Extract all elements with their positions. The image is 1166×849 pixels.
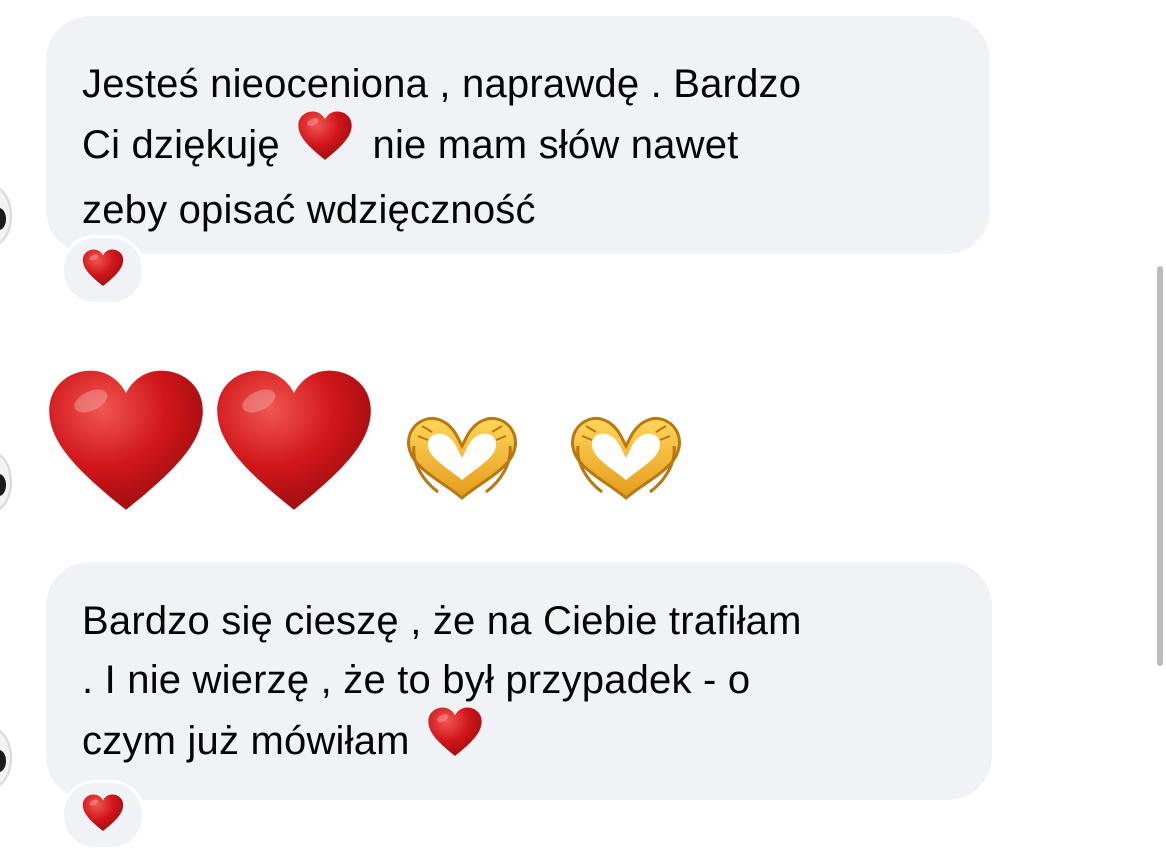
message-text: nie mam słów nawet <box>372 123 739 168</box>
emoji-message[interactable] <box>46 368 706 518</box>
message-text: Ci dziękuję <box>82 123 280 168</box>
red-heart-icon <box>82 249 124 292</box>
chat-thread[interactable]: Jesteś nieoceniona , naprawdę . Bardzo C… <box>0 0 1166 849</box>
sender-avatar[interactable] <box>0 728 12 788</box>
red-heart-icon <box>46 368 206 519</box>
message-bubble[interactable]: Bardzo się cieszę , że na Ciebie trafiła… <box>46 562 992 800</box>
red-heart-icon <box>214 368 374 519</box>
message-text: Bardzo się cieszę , że na Ciebie trafiła… <box>82 599 802 643</box>
message-text: Jesteś nieoceniona , naprawdę . Bardzo <box>82 62 802 106</box>
red-heart-icon <box>82 794 124 837</box>
heart-hands-icon <box>382 406 542 511</box>
message-reaction[interactable] <box>61 780 145 849</box>
heart-hands-icon <box>546 406 706 511</box>
message-text: zeby opisać wdzięczność <box>82 188 536 232</box>
sender-avatar[interactable] <box>0 186 12 246</box>
message-reaction[interactable] <box>61 235 145 305</box>
sender-avatar[interactable] <box>0 452 12 512</box>
message-text: . I nie wierzę , że to był przypadek - o <box>82 658 751 702</box>
red-heart-icon <box>427 707 483 774</box>
message-text: czym już mówiłam <box>82 719 410 764</box>
scrollbar[interactable] <box>1157 266 1163 666</box>
red-heart-icon <box>297 111 353 178</box>
message-bubble[interactable]: Jesteś nieoceniona , naprawdę . Bardzo C… <box>46 16 990 254</box>
